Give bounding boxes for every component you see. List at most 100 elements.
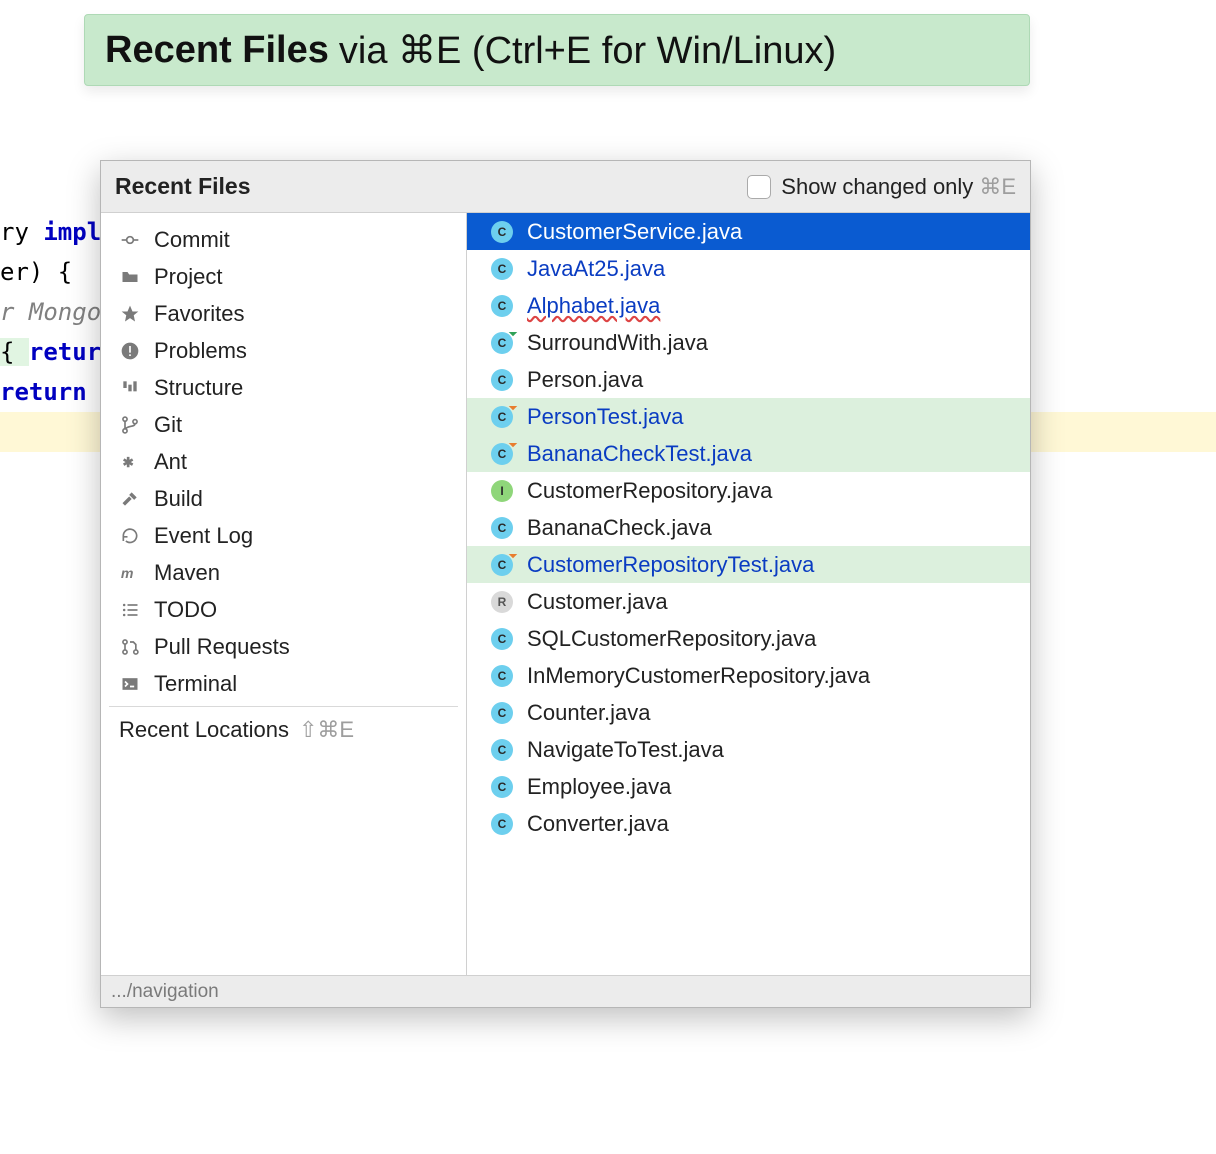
file-item[interactable]: CEmployee.java	[467, 768, 1030, 805]
tool-item-label: Git	[154, 412, 182, 438]
structure-icon	[119, 377, 141, 399]
file-item[interactable]: C PersonTest.java	[467, 398, 1030, 435]
class-file-icon: I	[491, 480, 513, 502]
file-item[interactable]: C Person.java	[467, 361, 1030, 398]
shortcut-label: ⇧⌘E	[299, 717, 354, 743]
tool-item-label: Favorites	[154, 301, 244, 327]
list-icon	[119, 599, 141, 621]
tool-item-label: Ant	[154, 449, 187, 475]
log-icon	[119, 525, 141, 547]
pr-icon	[119, 636, 141, 658]
terminal-icon	[119, 673, 141, 695]
svg-text:m: m	[121, 566, 134, 582]
tool-item-label: Problems	[154, 338, 247, 364]
file-item[interactable]: C SQLCustomerRepository.java	[467, 620, 1030, 657]
class-file-icon: C	[491, 443, 513, 465]
file-name-label: Employee.java	[527, 774, 671, 800]
ant-icon: ✱	[119, 451, 141, 473]
file-item[interactable]: C BananaCheckTest.java	[467, 435, 1030, 472]
file-item[interactable]: I CustomerRepository.java	[467, 472, 1030, 509]
file-name-label: Person.java	[527, 367, 643, 393]
file-item[interactable]: CCustomerService.java	[467, 213, 1030, 250]
tool-item-label: Terminal	[154, 671, 237, 697]
recent-locations-link[interactable]: Recent Locations⇧⌘E	[101, 711, 466, 748]
file-item[interactable]: CJavaAt25.java	[467, 250, 1030, 287]
tool-item-commit[interactable]: Commit	[101, 221, 466, 258]
file-name-label: NavigateToTest.java	[527, 737, 724, 763]
tool-windows-list: Commit Project Favorites Problems Structure G…	[101, 213, 467, 975]
file-name-label: CustomerService.java	[527, 219, 742, 245]
show-changed-checkbox[interactable]	[747, 175, 771, 199]
class-file-icon: C	[491, 258, 513, 280]
file-name-label: PersonTest.java	[527, 404, 684, 430]
class-file-icon: C	[491, 517, 513, 539]
class-file-icon: R	[491, 591, 513, 613]
file-name-label: Alphabet.java	[527, 293, 660, 319]
tool-item-ant[interactable]: ✱ Ant	[101, 443, 466, 480]
file-item[interactable]: CBananaCheck.java	[467, 509, 1030, 546]
footer-path: .../navigation	[111, 981, 219, 1003]
folder-icon	[119, 266, 141, 288]
tool-item-label: Event Log	[154, 523, 253, 549]
maven-icon: m	[119, 562, 141, 584]
recent-files-popup: Recent Files Show changed only ⌘E Commit…	[100, 160, 1031, 1008]
file-name-label: InMemoryCustomerRepository.java	[527, 663, 870, 689]
class-file-icon: C	[491, 295, 513, 317]
class-file-icon: C	[491, 406, 513, 428]
file-name-label: CustomerRepository.java	[527, 478, 772, 504]
banner-rest: via ⌘E (Ctrl+E for Win/Linux)	[339, 28, 836, 73]
class-file-icon: C	[491, 332, 513, 354]
file-name-label: SQLCustomerRepository.java	[527, 626, 816, 652]
file-name-label: Customer.java	[527, 589, 668, 615]
file-item[interactable]: C InMemoryCustomerRepository.java	[467, 657, 1030, 694]
tool-item-favorites[interactable]: Favorites	[101, 295, 466, 332]
tool-item-label: Project	[154, 264, 222, 290]
svg-text:✱: ✱	[123, 455, 134, 470]
tool-item-todo[interactable]: TODO	[101, 591, 466, 628]
commit-icon	[119, 229, 141, 251]
tool-item-label: Maven	[154, 560, 220, 586]
class-file-icon: C	[491, 702, 513, 724]
tool-item-label: Build	[154, 486, 203, 512]
class-file-icon: C	[491, 554, 513, 576]
tool-item-build[interactable]: Build	[101, 480, 466, 517]
branch-icon	[119, 414, 141, 436]
tool-item-event-log[interactable]: Event Log	[101, 517, 466, 554]
file-name-label: SurroundWith.java	[527, 330, 708, 356]
popup-header: Recent Files Show changed only ⌘E	[101, 161, 1030, 213]
show-changed-only-option[interactable]: Show changed only ⌘E	[747, 174, 1016, 200]
tool-item-problems[interactable]: Problems	[101, 332, 466, 369]
show-changed-label: Show changed only	[781, 174, 973, 200]
file-item[interactable]: CCustomerRepositoryTest.java	[467, 546, 1030, 583]
file-item[interactable]: C Converter.java	[467, 805, 1030, 842]
hammer-icon	[119, 488, 141, 510]
tool-item-terminal[interactable]: Terminal	[101, 665, 466, 702]
file-item[interactable]: C NavigateToTest.java	[467, 731, 1030, 768]
file-item[interactable]: C Counter.java	[467, 694, 1030, 731]
tool-item-project[interactable]: Project	[101, 258, 466, 295]
file-name-label: Converter.java	[527, 811, 669, 837]
tool-item-structure[interactable]: Structure	[101, 369, 466, 406]
class-file-icon: C	[491, 628, 513, 650]
tool-item-git[interactable]: Git	[101, 406, 466, 443]
tool-item-maven[interactable]: m Maven	[101, 554, 466, 591]
star-icon	[119, 303, 141, 325]
file-item[interactable]: R Customer.java	[467, 583, 1030, 620]
file-item[interactable]: C SurroundWith.java	[467, 324, 1030, 361]
tool-item-label: Pull Requests	[154, 634, 290, 660]
alert-icon	[119, 340, 141, 362]
file-name-label: BananaCheckTest.java	[527, 441, 752, 467]
file-name-label: Counter.java	[527, 700, 651, 726]
divider	[109, 706, 458, 707]
banner-strong: Recent Files	[105, 29, 329, 72]
recent-files-list: CCustomerService.javaCJavaAt25.javaCAlph…	[467, 213, 1030, 975]
file-item[interactable]: C Alphabet.java	[467, 287, 1030, 324]
class-file-icon: C	[491, 665, 513, 687]
tool-item-pull-requests[interactable]: Pull Requests	[101, 628, 466, 665]
class-file-icon: C	[491, 739, 513, 761]
shortcut-label: ⌘E	[979, 174, 1016, 200]
tool-item-label: TODO	[154, 597, 217, 623]
class-file-icon: C	[491, 369, 513, 391]
class-file-icon: C	[491, 813, 513, 835]
tool-item-label: Commit	[154, 227, 230, 253]
